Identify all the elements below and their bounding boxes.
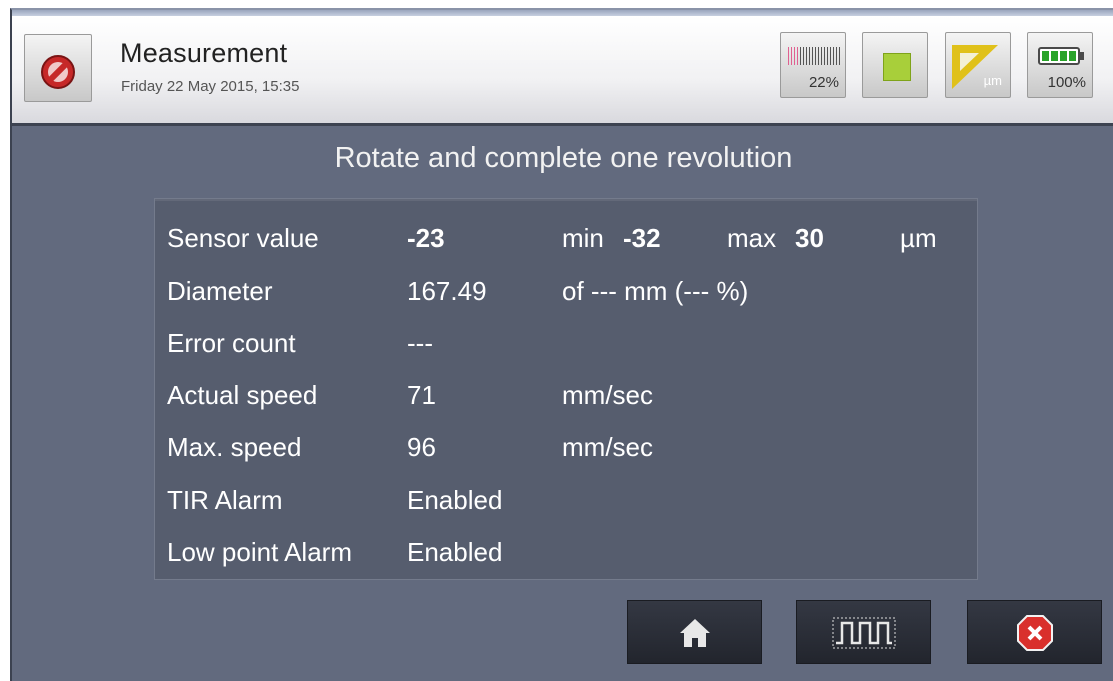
sensor-unit: µm [900, 223, 937, 253]
square-wave-button[interactable] [796, 600, 931, 664]
header-bar: Measurement Friday 22 May 2015, 15:35 22… [12, 16, 1113, 126]
signal-strength-icon [788, 47, 840, 65]
actual-speed-row: Actual speed 71 mm/sec [167, 380, 967, 420]
sensor-value: -23 [407, 223, 445, 253]
max-speed-label: Max. speed [167, 432, 302, 462]
max-speed-unit: mm/sec [562, 432, 653, 462]
actual-speed-unit: mm/sec [562, 380, 653, 410]
home-icon [680, 619, 710, 647]
no-entry-icon [41, 55, 75, 89]
low-point-alarm-label: Low point Alarm [167, 537, 352, 567]
battery-tip [1080, 52, 1084, 60]
unit-button[interactable]: µm [945, 32, 1011, 98]
signal-percent: 22% [808, 74, 839, 91]
actual-speed-label: Actual speed [167, 380, 318, 410]
battery-percent: 100% [1047, 74, 1086, 91]
back-button[interactable] [24, 34, 92, 102]
page-title: Measurement [120, 38, 288, 68]
sensor-max-label: max [727, 223, 777, 253]
readings-panel: Sensor value -23 min -32 max 30 µm Diame… [154, 198, 978, 580]
stop-square-icon [883, 53, 911, 81]
battery-icon [1038, 47, 1080, 65]
sensor-value-label: Sensor value [167, 223, 319, 253]
sensor-min-value: -32 [623, 223, 661, 253]
diameter-value: 167.49 [407, 276, 487, 306]
unit-label: µm [983, 73, 1002, 88]
sensor-min-label: min [562, 223, 604, 253]
actual-speed-value: 71 [407, 380, 436, 410]
error-count-label: Error count [167, 328, 296, 358]
diameter-extra: of --- mm (--- %) [562, 276, 749, 306]
diameter-label: Diameter [167, 276, 273, 306]
sensor-max-value: 30 [795, 223, 824, 253]
tir-alarm-label: TIR Alarm [167, 485, 283, 515]
stop-button[interactable] [862, 32, 928, 98]
low-point-alarm-value: Enabled [407, 537, 503, 567]
home-button[interactable] [627, 600, 762, 664]
close-button[interactable] [967, 600, 1102, 664]
error-count-value: --- [407, 328, 433, 358]
tir-alarm-row: TIR Alarm Enabled [167, 485, 967, 525]
instruction-text: Rotate and complete one revolution [334, 142, 793, 174]
ruler-inner-cutout [960, 53, 979, 71]
tir-alarm-value: Enabled [407, 485, 503, 515]
square-wave-icon [832, 617, 896, 649]
signal-status-button[interactable]: 22% [780, 32, 846, 98]
close-icon [1017, 615, 1053, 651]
sensor-value-row: Sensor value -23 min -32 max 30 µm [167, 223, 967, 263]
diameter-row: Diameter 167.49 of --- mm (--- %) [167, 276, 967, 316]
error-count-row: Error count --- [167, 328, 967, 368]
date-time: Friday 22 May 2015, 15:35 [121, 78, 300, 95]
max-speed-value: 96 [407, 432, 436, 462]
max-speed-row: Max. speed 96 mm/sec [167, 432, 967, 472]
low-point-alarm-row: Low point Alarm Enabled [167, 537, 967, 577]
battery-status-button[interactable]: 100% [1027, 32, 1093, 98]
app-window: Measurement Friday 22 May 2015, 15:35 22… [10, 8, 1113, 681]
